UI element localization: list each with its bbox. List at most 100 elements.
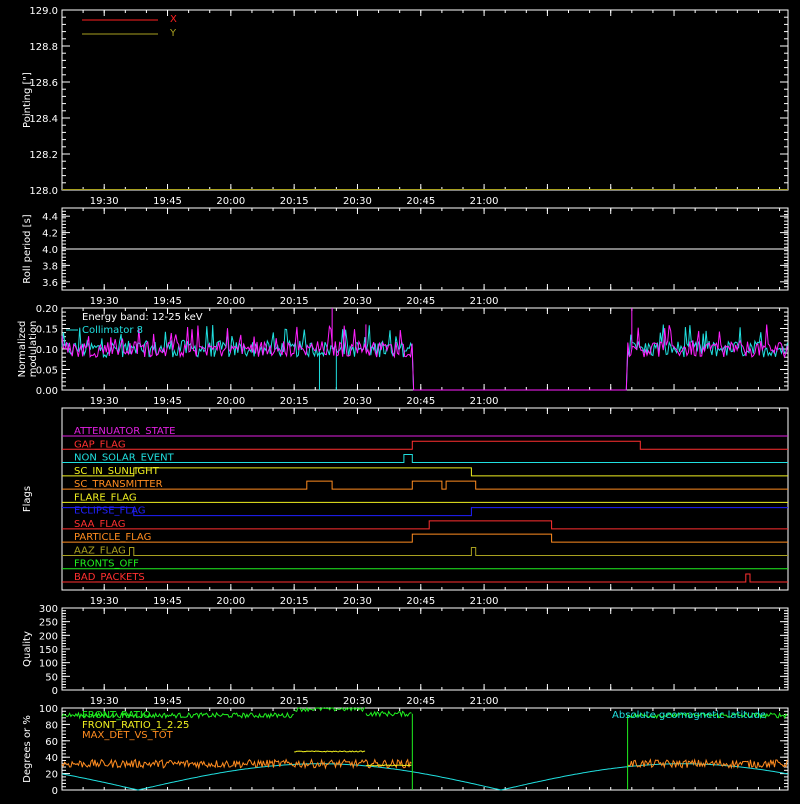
flag-label: GAP_FLAG	[74, 439, 126, 450]
y-tick-label: 100	[39, 704, 58, 715]
x-tick-label: 20:30	[343, 596, 372, 607]
y-axis-label: Flags	[22, 486, 33, 512]
x-tick-label: 19:45	[153, 296, 182, 307]
y-tick-label: 40	[45, 753, 58, 764]
y-tick-label: 128.4	[29, 114, 58, 125]
flag-label: FLARE_FLAG	[74, 492, 137, 503]
flag-line-gap_flag	[62, 440, 788, 450]
x-tick-label: 20:45	[406, 596, 435, 607]
modulation-series-1	[61, 324, 788, 391]
flag-line-bad_packets	[62, 573, 788, 583]
x-tick-label: 19:30	[90, 196, 119, 207]
y-tick-label: 4.0	[42, 245, 58, 256]
y-axis-label: Pointing ["]	[22, 72, 33, 128]
x-tick-label: 20:15	[280, 196, 309, 207]
x-tick-label: 20:15	[280, 296, 309, 307]
x-tick-label: 20:45	[406, 396, 435, 407]
x-tick-label: 21:00	[470, 696, 499, 707]
x-tick-label: 20:45	[406, 696, 435, 707]
y-tick-label: 128.2	[29, 150, 58, 161]
flag-label: ECLIPSE_FLAG	[74, 506, 145, 517]
y-tick-label: 128.0	[29, 186, 58, 197]
flag-line-aaz_flag	[62, 546, 788, 556]
flag-label: NON_SOLAR_EVENT	[74, 453, 175, 464]
x-tick-label: 20:15	[280, 596, 309, 607]
x-tick-label: 21:00	[470, 396, 499, 407]
flag-label: ATTENUATOR_STATE	[74, 426, 175, 437]
quality-frame	[61, 607, 789, 691]
y-tick-label: 128.6	[29, 78, 58, 89]
energy-band-label: Energy band: 12-25 keV	[82, 312, 203, 323]
y-tick-label: 150	[39, 645, 58, 656]
flag-line-sc_in_sunlight	[62, 467, 788, 477]
legend-label-x: X	[170, 14, 177, 25]
y-tick-label: 80	[45, 720, 58, 731]
x-tick-label: 20:30	[343, 196, 372, 207]
x-tick-label: 20:00	[216, 596, 245, 607]
flag-line-saa_flag	[62, 520, 788, 530]
y-axis-label: Roll period [s]	[22, 214, 33, 283]
y-tick-label: 0.15	[36, 325, 58, 336]
x-tick-label: 20:00	[216, 696, 245, 707]
y-tick-label: 0.00	[36, 386, 58, 397]
collimator-label: Collimator 8	[82, 325, 143, 336]
y-axis-label: Normalizedmodulation	[17, 321, 39, 378]
y-tick-label: 129.0	[29, 6, 58, 17]
x-tick-label: 20:30	[343, 396, 372, 407]
x-tick-label: 19:30	[90, 396, 119, 407]
y-axis-label-line: modulation	[28, 321, 39, 378]
flag-label: FRONTS_OFF	[74, 559, 139, 570]
flag-line-particle_flag	[62, 533, 788, 543]
y-tick-label: 4.4	[42, 212, 58, 223]
geomagnetic-latitude-label: Absolute geomagnetic latitude	[612, 710, 766, 721]
flag-label: SC_IN_SUNLIGHT	[74, 466, 160, 477]
flag-label: PARTICLE_FLAG	[74, 532, 151, 543]
x-tick-label: 21:00	[470, 596, 499, 607]
x-tick-label: 19:45	[153, 396, 182, 407]
y-tick-label: 3.6	[42, 278, 58, 289]
x-tick-label: 19:30	[90, 596, 119, 607]
y-tick-label: 50	[45, 672, 58, 683]
y-tick-label: 0.05	[36, 366, 58, 377]
y-tick-label: 20	[45, 770, 58, 781]
ratios-panel: 020406080100Degrees or % FRONT_RATIOFRONT…	[22, 704, 789, 797]
y-tick-label: 128.8	[29, 42, 58, 53]
quality-panel: 19:30 19:45 20:00 20:15 20:30 20:45 21:00 0 50 10…	[22, 604, 789, 707]
y-tick-label: 4.2	[42, 229, 58, 240]
modulation-panel: 19:30 19:45 20:00 20:15 20:30 20:45 21:00 0.00 0…	[17, 304, 789, 407]
x-tick-label: 20:45	[406, 196, 435, 207]
x-tick-label: 19:45	[153, 596, 182, 607]
geomagnetic-latitude-curve	[61, 763, 789, 791]
y-tick-label: 0	[52, 686, 58, 697]
x-tick-label: 20:00	[216, 396, 245, 407]
x-tick-label: 20:30	[343, 296, 372, 307]
multi-panel-figure: 19:30 19:45 20:00 20:15 20:30 20:45 21:00 128.0…	[17, 6, 789, 797]
x-tick-label: 19:30	[90, 296, 119, 307]
y-tick-label: 0	[52, 786, 58, 797]
x-tick-label: 20:00	[216, 296, 245, 307]
flag-line-sc_transmitter	[62, 480, 788, 490]
flag-label: BAD_PACKETS	[74, 572, 145, 583]
y-tick-label: 60	[45, 737, 58, 748]
ratio-series-max_det_vs_tot	[61, 758, 788, 770]
y-tick-label: 300	[39, 604, 58, 615]
flag-line-eclipse_flag	[62, 507, 788, 517]
y-tick-label: 0.20	[36, 304, 58, 315]
y-tick-label: 3.8	[42, 261, 58, 272]
flags-panel: 19:30 19:45 20:00 20:15 20:30 20:45 21:00 Flags…	[22, 407, 789, 607]
y-tick-label: 250	[39, 618, 58, 629]
flag-label: AAZ_FLAG	[74, 545, 126, 556]
pointing-panel: 19:30 19:45 20:00 20:15 20:30 20:45 21:00 128.0…	[22, 6, 789, 207]
flag-label: SAA_FLAG	[74, 519, 125, 530]
x-tick-label: 20:15	[280, 696, 309, 707]
x-tick-label: 21:00	[470, 296, 499, 307]
x-tick-label: 20:45	[406, 296, 435, 307]
plot-window: 19:30 19:45 20:00 20:15 20:30 20:45 21:00 128.0…	[0, 0, 800, 800]
y-tick-label: 0.10	[36, 345, 58, 356]
x-tick-label: 19:30	[90, 696, 119, 707]
flag-label: SC_TRANSMITTER	[74, 479, 163, 490]
y-axis-label: Quality	[22, 631, 33, 667]
y-tick-label: 100	[39, 659, 58, 670]
roll-panel: 19:30 19:45 20:00 20:15 20:30 20:45 21:00 3.6 3.…	[22, 207, 789, 307]
x-tick-label: 20:00	[216, 196, 245, 207]
